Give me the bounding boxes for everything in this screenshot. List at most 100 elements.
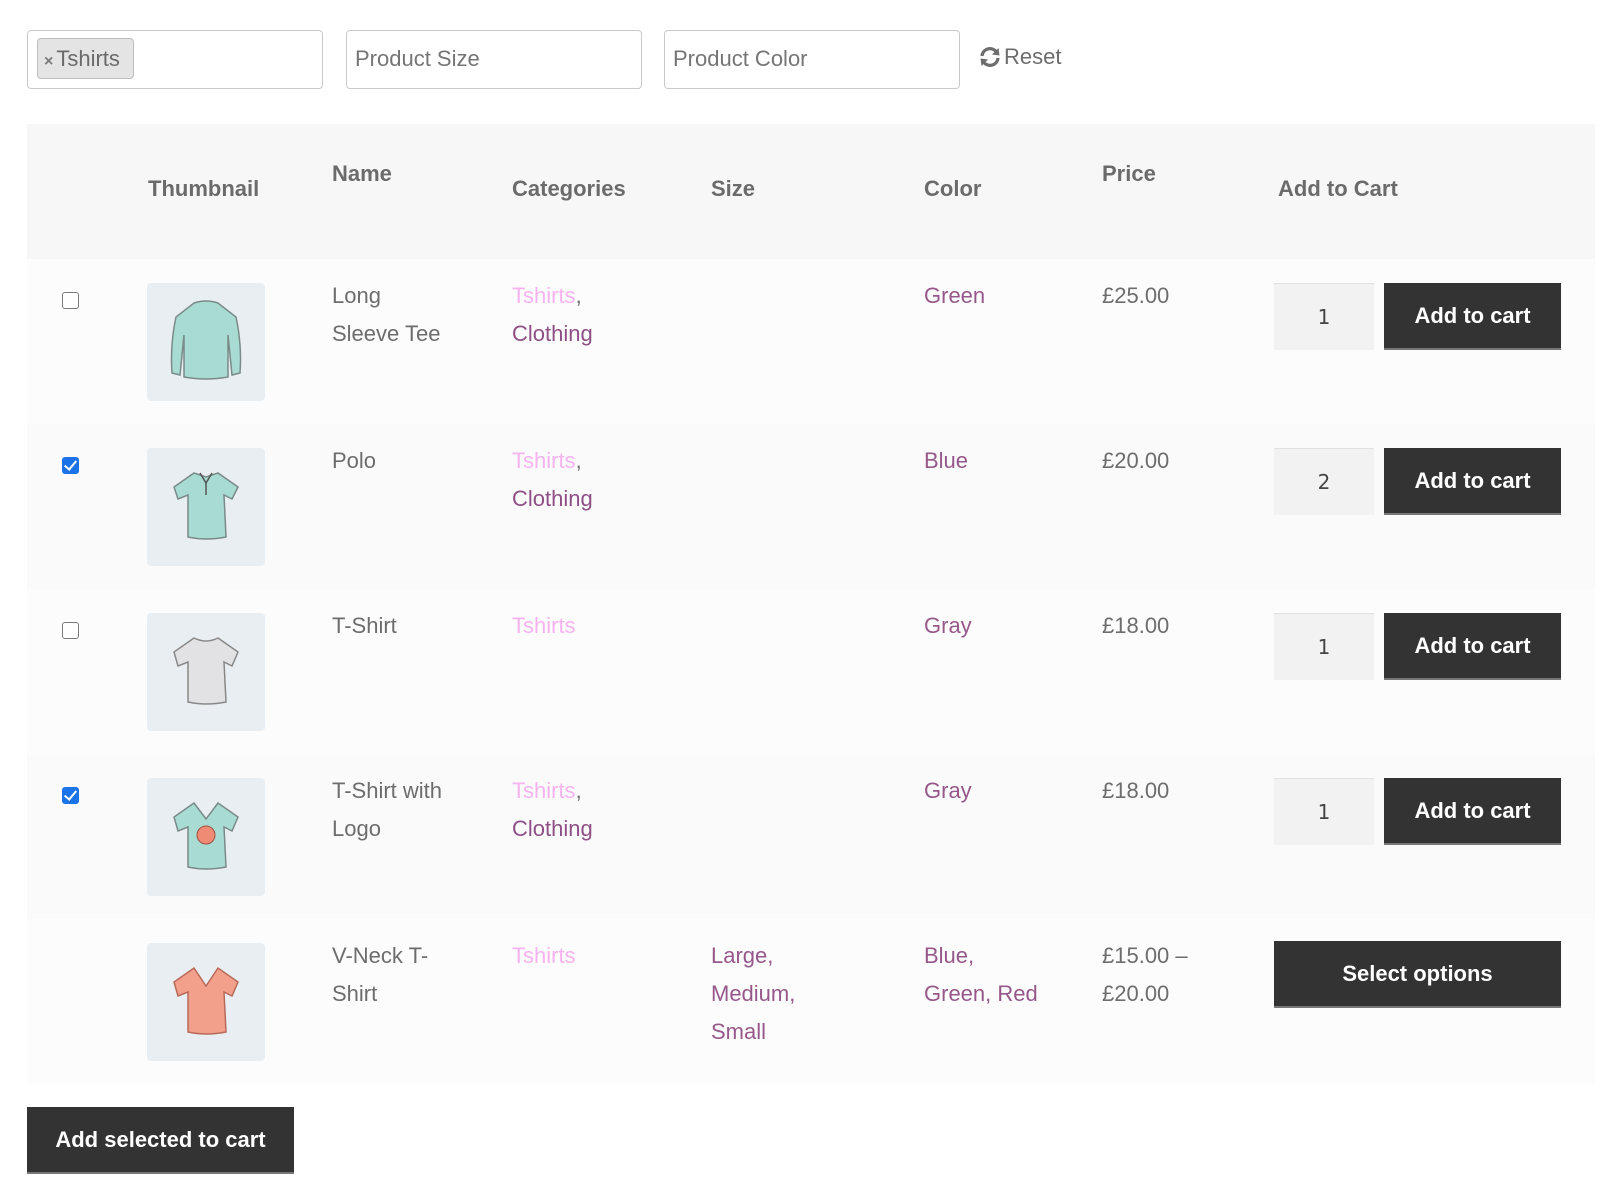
product-table: Thumbnail Name Categories Size Color Pri… — [27, 124, 1595, 1084]
product-name-line: T-Shirt — [332, 613, 397, 638]
color-link[interactable]: Gray — [924, 607, 972, 645]
category-link[interactable]: Tshirts — [512, 283, 576, 308]
size-link[interactable]: Large, — [711, 937, 795, 975]
long-sleeve-tee-icon — [164, 295, 248, 390]
product-colors: Green — [924, 277, 985, 315]
category-link[interactable]: Tshirts — [512, 613, 576, 638]
header-thumbnail: Thumbnail — [148, 176, 260, 201]
size-link[interactable]: Small — [711, 1013, 795, 1051]
table-row: V-Neck T- Shirt Tshirts Large, Medium, Small B… — [27, 919, 1595, 1084]
header-categories: Categories — [512, 176, 626, 201]
price-line: £25.00 — [1102, 283, 1170, 308]
size-link[interactable]: Medium, — [711, 975, 795, 1013]
header-name[interactable]: Name — [332, 161, 392, 187]
product-price: £18.00 — [1102, 607, 1169, 645]
header-add-to-cart: Add to Cart — [1278, 176, 1398, 201]
add-to-cart-button[interactable]: Add to cart — [1384, 778, 1561, 845]
product-price: £20.00 — [1102, 442, 1169, 480]
product-colors: Blue, Green, Red — [924, 937, 1038, 1013]
product-color-placeholder: Product Color — [673, 46, 808, 71]
category-link[interactable]: Clothing — [512, 321, 593, 346]
price-line: £20.00 — [1102, 448, 1170, 473]
quantity-input[interactable]: 1 — [1274, 613, 1374, 680]
product-colors: Gray — [924, 772, 972, 810]
product-name-line: Long — [332, 283, 381, 308]
select-options-button[interactable]: Select options — [1274, 941, 1561, 1008]
table-header: Thumbnail Name Categories Size Color Pri… — [27, 124, 1595, 259]
price-line: £18.00 — [1102, 613, 1170, 638]
product-colors: Gray — [924, 607, 972, 645]
product-thumbnail[interactable] — [147, 448, 265, 566]
category-link[interactable]: Clothing — [512, 816, 593, 841]
product-name[interactable]: T-Shirt — [332, 607, 397, 645]
product-categories: Tshirts — [512, 607, 576, 645]
add-to-cart-button[interactable]: Add to cart — [1384, 613, 1561, 680]
product-categories: Tshirts, Clothing — [512, 442, 593, 518]
product-name-line: Polo — [332, 448, 377, 473]
product-price: £25.00 — [1102, 277, 1169, 315]
color-link[interactable]: Blue, — [924, 937, 1038, 975]
row-select-checkbox[interactable] — [62, 292, 79, 309]
category-filter[interactable]: × Tshirts — [27, 30, 323, 89]
quantity-input[interactable]: 2 — [1274, 448, 1374, 515]
category-link[interactable]: Clothing — [512, 486, 593, 511]
table-row: Long Sleeve Tee Tshirts, Clothing Green £25.0… — [27, 259, 1595, 424]
price-line: £18.00 — [1102, 778, 1170, 803]
refresh-icon — [980, 47, 1000, 67]
color-link[interactable]: Blue — [924, 442, 968, 480]
quantity-input[interactable]: 1 — [1274, 778, 1374, 845]
add-to-cart-button[interactable]: Add to cart — [1384, 448, 1561, 515]
vneck-tshirt-icon — [166, 960, 246, 1045]
color-link[interactable]: Gray — [924, 772, 972, 810]
product-name[interactable]: Long Sleeve Tee — [332, 277, 440, 353]
table-row: T-Shirt Tshirts Gray £18.00 1 Add to cart — [27, 589, 1595, 754]
product-name[interactable]: V-Neck T- Shirt — [332, 937, 428, 1013]
product-name-line: V-Neck T- — [332, 943, 429, 968]
product-price: £18.00 — [1102, 772, 1169, 810]
product-name[interactable]: T-Shirt with Logo — [332, 772, 442, 848]
product-name-line: Sleeve Tee — [332, 321, 441, 346]
product-colors: Blue — [924, 442, 968, 480]
separator: , — [575, 448, 582, 473]
row-select-checkbox[interactable] — [62, 622, 79, 639]
header-price[interactable]: Price — [1102, 161, 1156, 187]
product-name-line: Shirt — [332, 981, 378, 1006]
product-categories: Tshirts, Clothing — [512, 772, 593, 848]
separator: , — [575, 778, 582, 803]
product-color-filter[interactable]: Product Color — [664, 30, 960, 89]
row-select-checkbox[interactable] — [62, 787, 79, 804]
product-price: £15.00 – £20.00 — [1102, 937, 1188, 1013]
product-thumbnail[interactable] — [147, 613, 265, 731]
product-size-placeholder: Product Size — [355, 46, 480, 71]
product-thumbnail[interactable] — [147, 283, 265, 401]
category-link[interactable]: Tshirts — [512, 943, 576, 968]
price-line: £20.00 — [1102, 981, 1170, 1006]
tshirt-icon — [166, 630, 246, 715]
row-select-checkbox[interactable] — [62, 457, 79, 474]
product-name-line: T-Shirt with — [332, 778, 443, 803]
remove-chip-icon[interactable]: × — [44, 53, 53, 70]
add-selected-to-cart-button[interactable]: Add selected to cart — [27, 1107, 294, 1174]
product-categories: Tshirts — [512, 937, 576, 975]
header-color: Color — [924, 176, 982, 201]
product-name[interactable]: Polo — [332, 442, 376, 480]
product-categories: Tshirts, Clothing — [512, 277, 593, 353]
separator: , — [575, 283, 582, 308]
color-link[interactable]: Green, Red — [924, 975, 1038, 1013]
price-line: £15.00 – — [1102, 943, 1188, 968]
category-link[interactable]: Tshirts — [512, 778, 576, 803]
quantity-input[interactable]: 1 — [1274, 283, 1374, 350]
table-row: Polo Tshirts, Clothing Blue £20.00 2 Add to ca… — [27, 424, 1595, 589]
add-to-cart-button[interactable]: Add to cart — [1384, 283, 1561, 350]
reset-label: Reset — [1004, 44, 1062, 69]
header-size: Size — [711, 176, 756, 201]
product-sizes: Large, Medium, Small — [711, 937, 795, 1051]
table-row: T-Shirt with Logo Tshirts, Clothing Gray £18.… — [27, 754, 1595, 919]
product-size-filter[interactable]: Product Size — [346, 30, 642, 89]
category-link[interactable]: Tshirts — [512, 448, 576, 473]
reset-button[interactable]: Reset — [978, 44, 1061, 70]
color-link[interactable]: Green — [924, 277, 985, 315]
product-thumbnail[interactable] — [147, 943, 265, 1061]
product-thumbnail[interactable] — [147, 778, 265, 896]
polo-icon — [166, 465, 246, 550]
